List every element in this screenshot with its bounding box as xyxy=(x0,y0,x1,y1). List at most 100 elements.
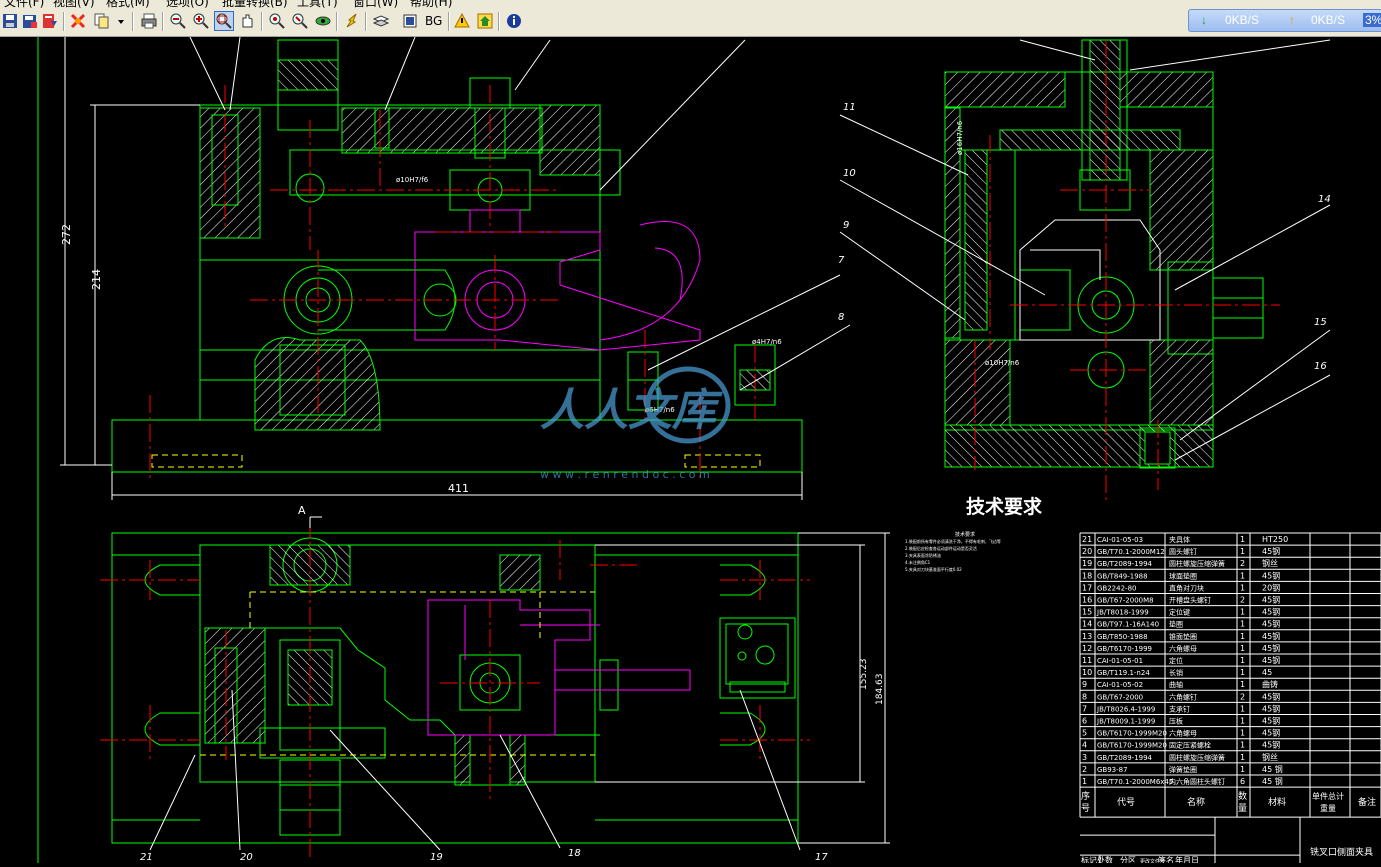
title-block-sign: 签名 xyxy=(1158,855,1174,863)
menu-options[interactable]: 选项(O) xyxy=(166,0,209,8)
zoom-in-icon[interactable] xyxy=(191,11,211,31)
watermark-url: w w w . r e n r e n d o c . c o m xyxy=(540,468,710,481)
bom-cell-name: 压板 xyxy=(1169,717,1183,726)
drawing-canvas[interactable]: 272 214 411 ø10H7/f6 ø6H7/n6 ø4H7/n6 7 8 xyxy=(0,36,1381,867)
side-hex-nut-12 xyxy=(1212,277,1264,339)
balloon-14: 14 xyxy=(1318,194,1331,205)
bom-cell-qty: 1 xyxy=(1240,620,1245,629)
bom-cell-no: 10 xyxy=(1082,668,1092,677)
dim-phi16: ø16H7/n6 xyxy=(956,120,964,155)
bom-cell-code: GB/T850-1988 xyxy=(1097,633,1148,641)
home-icon[interactable] xyxy=(475,11,495,31)
network-speed-widget[interactable]: ↓ 0KB/S ↑ 0KB/S 3% xyxy=(1188,9,1381,32)
bom-cell-code: GB/T67-2000 xyxy=(1097,693,1143,701)
title-block-zone: 分区 xyxy=(1120,856,1136,863)
dim-272: 272 xyxy=(60,224,73,245)
menu-tools[interactable]: 工具(T) xyxy=(297,0,338,8)
pan-icon[interactable] xyxy=(237,11,257,31)
top-bar-hatch xyxy=(341,107,543,154)
bom-cell-material: 45钢 xyxy=(1262,703,1280,713)
print-icon[interactable] xyxy=(139,11,159,31)
bom-cell-no: 13 xyxy=(1082,632,1092,641)
bom-cell-material: 45钢 xyxy=(1262,595,1280,605)
frame-icon[interactable] xyxy=(400,11,420,31)
bom-cell-qty: 1 xyxy=(1240,729,1245,738)
bom-cell-code: GB2242-80 xyxy=(1097,584,1136,592)
bom-cell-material: 45钢 xyxy=(1262,546,1280,556)
highlight-icon[interactable] xyxy=(342,11,362,31)
info-icon[interactable] xyxy=(504,11,524,31)
zoom-out-icon[interactable] xyxy=(168,11,188,31)
bom-cell-code: GB/T6170-1999 xyxy=(1097,645,1152,653)
bom-header-weight: 单件总计 xyxy=(1312,791,1344,801)
bom-header-qty: 量 xyxy=(1238,803,1247,814)
bom-cell-material: 45钢 xyxy=(1262,716,1280,726)
bom-cell-material: 45 xyxy=(1262,668,1272,677)
bom-cell-code: CAI-01-05-02 xyxy=(1097,681,1143,689)
menu-batch-convert[interactable]: 批量转换(B) xyxy=(222,0,288,8)
bg-button-label: BG xyxy=(425,14,443,28)
bom-cell-material: 45钢 xyxy=(1262,643,1280,653)
bom-header-code: 代号 xyxy=(1117,797,1135,808)
bom-cell-no: 20 xyxy=(1082,547,1092,556)
note-4: 4.未注倒角C1 xyxy=(905,559,931,565)
layer-icon[interactable] xyxy=(371,11,391,31)
note-1: 1.装配前所有零件必须清洗干净，不得有毛刺、飞边等 xyxy=(905,538,1001,544)
bom-cell-name: 定位键 xyxy=(1169,608,1190,617)
export-icon[interactable] xyxy=(40,11,60,31)
cpu-usage: 3% xyxy=(1363,13,1381,27)
zoom-window-icon[interactable] xyxy=(214,11,234,31)
bom-cell-name: 内六角圆柱头螺钉 xyxy=(1169,777,1225,786)
bom-cell-name: 球面垫圈 xyxy=(1169,571,1197,580)
upload-speed: 0KB/S xyxy=(1311,13,1346,27)
tech-requirements-title: 技术要求 xyxy=(966,495,1043,518)
bom-cell-qty: 2 xyxy=(1240,596,1245,605)
bom-cell-code: GB/T2089-1994 xyxy=(1097,754,1153,762)
note-2: 2.装配后应检查各运动部件运动是否灵活 xyxy=(905,545,977,551)
bom-cell-qty: 1 xyxy=(1240,608,1245,617)
bom-cell-qty: 1 xyxy=(1240,704,1245,713)
menu-view[interactable]: 视图(V) xyxy=(53,0,95,8)
right-block-hatch xyxy=(539,104,601,176)
bom-cell-code: GB/T67-2000M8 xyxy=(1097,597,1154,605)
view-icon[interactable] xyxy=(313,11,333,31)
top-view xyxy=(111,532,799,844)
bom-cell-name: 弹簧垫圈 xyxy=(1169,765,1197,774)
dropdown-icon[interactable] xyxy=(114,11,126,31)
bom-cell-qty: 1 xyxy=(1240,765,1245,774)
bom-cell-no: 7 xyxy=(1082,704,1087,713)
bom-cell-name: 直角对刀块 xyxy=(1169,583,1204,592)
save-icon[interactable] xyxy=(0,11,20,31)
bom-cell-material: 20钢 xyxy=(1262,582,1280,592)
bom-cell-qty: 1 xyxy=(1240,753,1245,762)
bom-cell-no: 1 xyxy=(1082,777,1087,786)
title-block-name: 铣叉口侧面夹具 xyxy=(1310,846,1373,858)
menu-help[interactable]: 帮助(H) xyxy=(410,0,452,8)
bom-cell-name: 定位 xyxy=(1169,656,1183,665)
menu-window[interactable]: 窗口(W) xyxy=(353,0,398,8)
bg-button[interactable]: BG xyxy=(422,11,446,31)
bom-cell-no: 2 xyxy=(1082,765,1087,774)
bom-cell-qty: 1 xyxy=(1240,717,1245,726)
bom-cell-material: 45 钢 xyxy=(1262,776,1283,786)
bom-header-no: 号 xyxy=(1081,803,1090,814)
bom-cell-material: 45钢 xyxy=(1262,728,1280,738)
workpiece-top xyxy=(427,599,691,736)
menu-file[interactable]: 文件(F) xyxy=(4,0,44,8)
warning-icon[interactable] xyxy=(452,11,472,31)
save-as-icon[interactable] xyxy=(20,11,40,31)
dim-phi10-front: ø10H7/f6 xyxy=(396,176,429,184)
bom-cell-qty: 6 xyxy=(1240,777,1245,786)
zoom-all-icon[interactable] xyxy=(267,11,287,31)
bom-header-name: 名称 xyxy=(1187,796,1205,808)
bom-cell-no: 8 xyxy=(1082,692,1087,701)
dim-184: 184.63 xyxy=(875,674,885,706)
copy-icon[interactable] xyxy=(92,11,112,31)
menu-format[interactable]: 格式(M) xyxy=(106,0,150,8)
bom-cell-qty: 1 xyxy=(1240,680,1245,689)
bom-cell-qty: 1 xyxy=(1240,535,1245,544)
settings-icon[interactable] xyxy=(68,11,88,31)
title-block-mark: 标记处数 xyxy=(1081,855,1113,863)
zoom-realtime-icon[interactable] xyxy=(290,11,310,31)
balloon-19: 19 xyxy=(430,852,443,863)
